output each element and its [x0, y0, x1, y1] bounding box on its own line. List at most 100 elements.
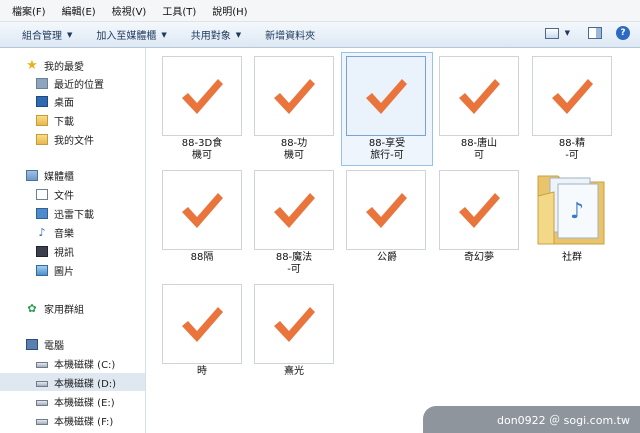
desktop-icon [36, 95, 48, 107]
add-to-library-button[interactable]: 加入至媒體櫃 ▼ [96, 27, 167, 43]
nav-drive-d[interactable]: 本機磁碟 (D:) [0, 373, 145, 391]
nav-drive-f[interactable]: 本機磁碟 (F:) [0, 411, 145, 429]
chevron-down-icon: ▼ [67, 30, 73, 39]
nav-label: 電腦 [44, 340, 64, 352]
file-caption[interactable]: 社群 [526, 252, 618, 264]
nav-documents[interactable]: 文件 [0, 185, 145, 203]
checkmark-icon [274, 307, 315, 342]
file-thumbnail[interactable] [162, 284, 242, 364]
computer-icon [26, 338, 38, 350]
file-caption[interactable]: 88-3D食 機可 [156, 138, 248, 162]
chevron-down-icon: ▼ [161, 30, 167, 39]
download-icon [36, 207, 48, 219]
music-folder-icon: ♪ [537, 175, 605, 245]
file-thumbnail[interactable] [254, 284, 334, 364]
nav-downloads[interactable]: 下載 [0, 111, 145, 129]
nav-label: 媒體櫃 [44, 171, 74, 183]
file-thumbnail[interactable] [346, 56, 426, 136]
menu-edit[interactable]: 編輯(E) [62, 3, 96, 18]
checkmark-icon [459, 79, 500, 114]
nav-videos[interactable]: 視訊 [0, 242, 145, 260]
nav-label: 我的最愛 [44, 61, 84, 73]
menu-view[interactable]: 檢視(V) [112, 3, 147, 18]
drive-icon [36, 380, 48, 387]
file-thumbnail[interactable] [162, 56, 242, 136]
view-controls: ▼ ? [544, 26, 630, 40]
recent-places-icon [36, 77, 48, 89]
file-caption[interactable]: 88-精 -可 [526, 138, 618, 162]
file-caption[interactable]: 88隔 [156, 252, 248, 264]
nav-recent-places[interactable]: 最近的位置 [0, 74, 145, 92]
star-icon: ★ [26, 57, 38, 73]
new-folder-label: 新增資料夾 [265, 31, 316, 42]
file-caption[interactable]: 奇幻夢 [433, 252, 525, 264]
checkmark-icon [182, 307, 223, 342]
checkmark-icon [459, 193, 500, 228]
nav-thunder-downloads[interactable]: 迅雷下載 [0, 204, 145, 222]
downloads-folder-icon [36, 114, 48, 126]
file-caption[interactable]: 公爵 [341, 252, 433, 264]
chevron-down-icon: ▼ [235, 30, 242, 39]
file-caption[interactable]: 時 [156, 366, 248, 378]
nav-favorites[interactable]: ★ 我的最愛 [0, 56, 145, 74]
menu-tools[interactable]: 工具(T) [162, 3, 196, 18]
drive-icon [36, 361, 48, 368]
checkmark-icon [274, 193, 315, 228]
nav-desktop[interactable]: 桌面 [0, 92, 145, 110]
menu-file[interactable]: 檔案(F) [12, 3, 46, 18]
organize-button[interactable]: 組合管理 ▼ [22, 27, 73, 43]
nav-label: 本機磁碟 (E:) [54, 397, 115, 409]
file-thumbnail[interactable] [162, 170, 242, 250]
file-thumbnail[interactable] [439, 170, 519, 250]
organize-label: 組合管理 [22, 31, 62, 42]
help-icon[interactable]: ? [616, 26, 630, 40]
add-to-library-label: 加入至媒體櫃 [96, 31, 157, 42]
file-caption[interactable]: 88-享受 旅行-可 [341, 138, 433, 162]
file-caption[interactable]: 88-魔法 -可 [248, 252, 340, 276]
pictures-icon [36, 264, 48, 276]
nav-label: 圖片 [54, 266, 74, 278]
share-with-label: 共用對象 [190, 31, 231, 42]
nav-libraries[interactable]: 媒體櫃 [0, 166, 145, 184]
music-icon: ♪ [38, 225, 46, 239]
file-thumbnail[interactable] [254, 56, 334, 136]
file-caption[interactable]: 熹光 [248, 366, 340, 378]
drive-icon [36, 399, 48, 406]
libraries-icon [26, 169, 38, 181]
menu-help[interactable]: 說明(H) [212, 3, 247, 18]
checkmark-icon [274, 79, 315, 114]
checkmark-icon [366, 79, 407, 114]
svg-text:♪: ♪ [570, 199, 584, 224]
file-thumbnail[interactable] [439, 56, 519, 136]
nav-label: 本機磁碟 (C:) [54, 359, 116, 371]
nav-label: 最近的位置 [54, 79, 104, 91]
new-folder-button[interactable]: 新增資料夾 [265, 27, 315, 42]
share-with-button[interactable]: 共用對象 ▼ [190, 27, 242, 43]
nav-label: 本機磁碟 (F:) [54, 416, 114, 428]
preview-pane-icon[interactable] [588, 27, 602, 39]
file-thumbnail[interactable] [532, 56, 612, 136]
nav-drive-c[interactable]: 本機磁碟 (C:) [0, 354, 145, 372]
chevron-down-icon[interactable]: ▼ [565, 29, 570, 37]
checkmark-icon [366, 193, 407, 228]
file-thumbnail[interactable] [346, 170, 426, 250]
nav-label: 本機磁碟 (D:) [54, 378, 117, 390]
nav-music[interactable]: ♪ 音樂 [0, 223, 145, 241]
file-caption[interactable]: 88-唐山 可 [433, 138, 525, 162]
nav-label: 我的文件 [54, 135, 94, 147]
file-caption[interactable]: 88-功 機可 [248, 138, 340, 162]
nav-pictures[interactable]: 圖片 [0, 261, 145, 279]
video-icon [36, 245, 48, 257]
documents-folder-icon [36, 133, 48, 145]
file-thumbnail[interactable] [254, 170, 334, 250]
nav-homegroup[interactable]: ✿ 家用群組 [0, 299, 145, 317]
change-view-icon[interactable] [544, 27, 559, 39]
nav-my-documents[interactable]: 我的文件 [0, 130, 145, 148]
nav-label: 下載 [54, 116, 74, 128]
nav-computer[interactable]: 電腦 [0, 335, 145, 353]
nav-label: 桌面 [54, 97, 74, 109]
nav-label: 家用群組 [44, 304, 84, 316]
watermark: don0922 ＠ sogi.com.tw [423, 406, 640, 433]
file-thumbnail[interactable]: ♪ [534, 166, 608, 246]
nav-drive-e[interactable]: 本機磁碟 (E:) [0, 392, 145, 410]
